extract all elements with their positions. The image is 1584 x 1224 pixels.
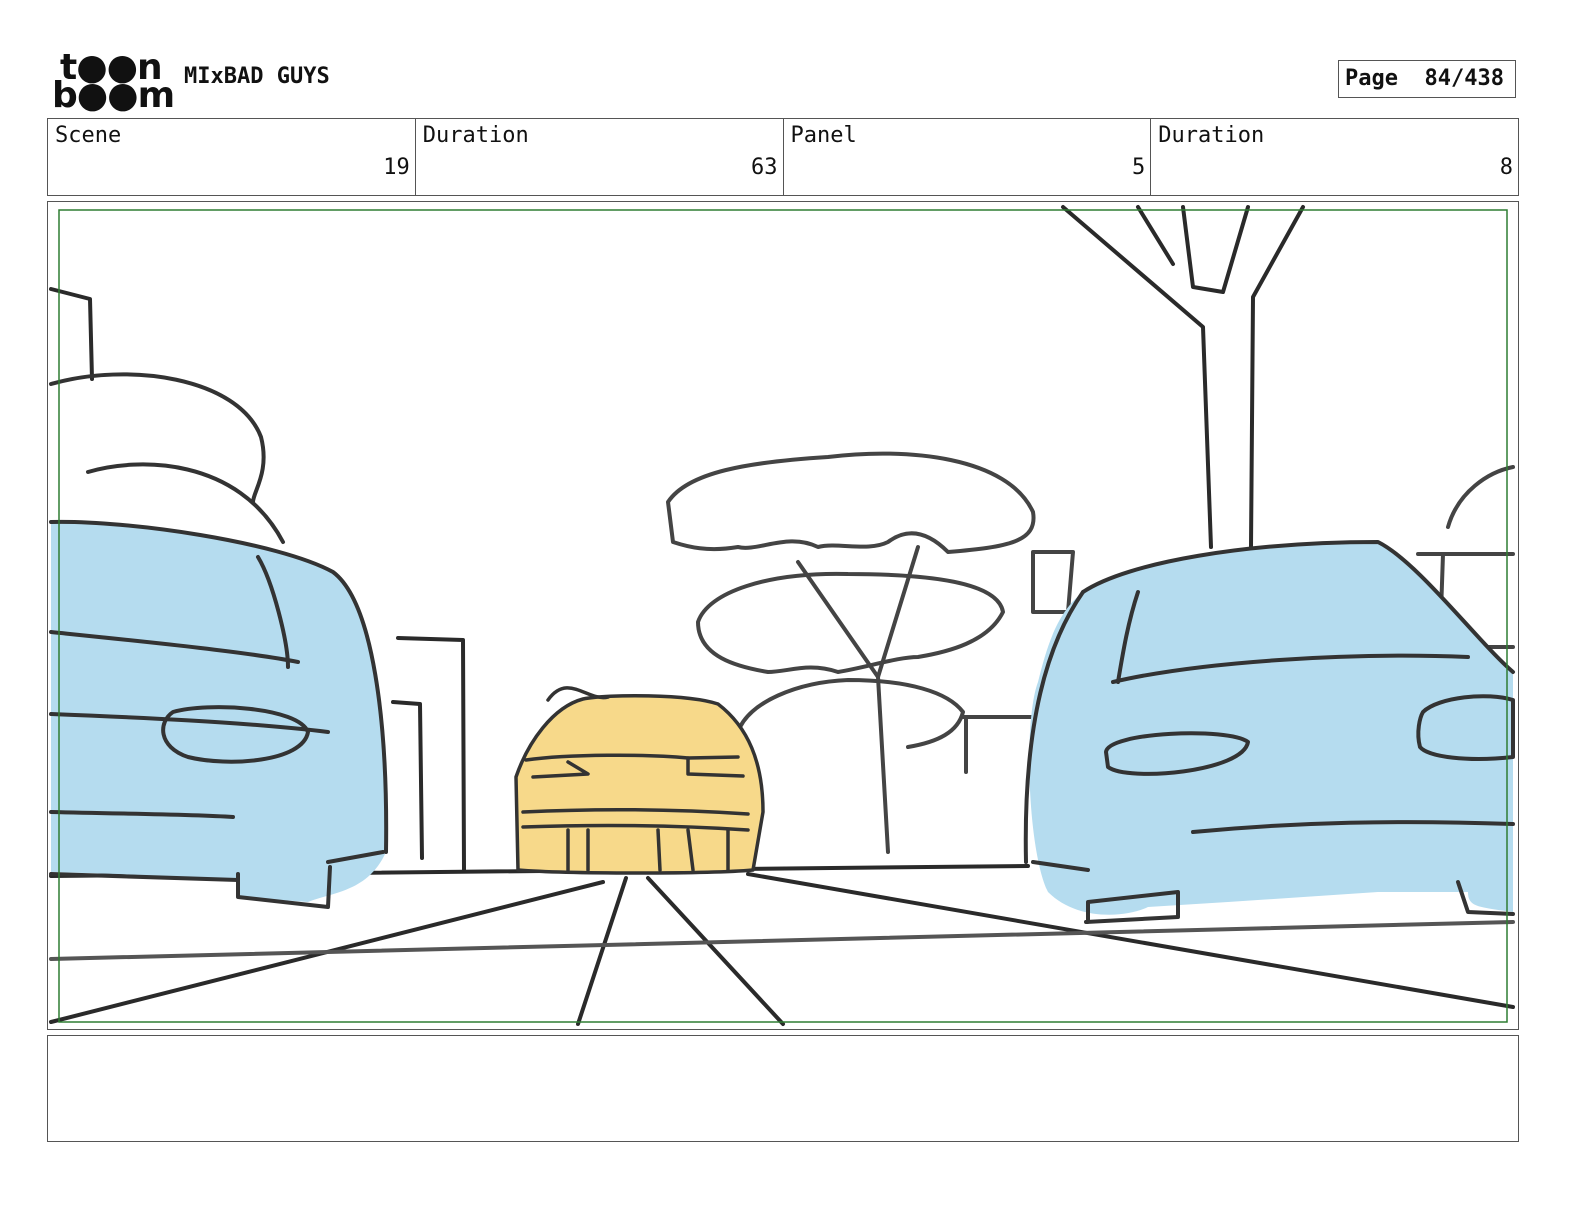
- toonboom-logo: t●●n b●●m: [52, 50, 175, 114]
- scene-info-row: Scene 19 Duration 63 Panel 5 Duration 8: [47, 118, 1519, 196]
- panel-duration-cell: Duration 8: [1151, 119, 1518, 195]
- storyboard-sketch: [49, 205, 1515, 1026]
- center-tree-canopy-mid: [696, 571, 1005, 674]
- panel-label: Panel: [790, 123, 857, 148]
- scene-duration-value: 63: [751, 155, 778, 180]
- building-left: [49, 287, 94, 381]
- panel-notes-box: [47, 1035, 1519, 1142]
- panel-duration-label: Duration: [1158, 123, 1265, 148]
- storyboard-panel: [47, 201, 1519, 1030]
- panel-cell: Panel 5: [784, 119, 1152, 195]
- yellow-car-fill: [516, 695, 763, 873]
- logo-text-bottom: b●●m: [52, 75, 175, 116]
- page-number: 84/438: [1424, 66, 1504, 91]
- tree-left: [49, 372, 266, 504]
- page-indicator: Page 84/438: [1338, 60, 1516, 98]
- road-line-center-left: [576, 876, 628, 1026]
- left-car-fill: [51, 521, 387, 902]
- road-line-center-right: [646, 876, 785, 1026]
- building-mid: [396, 636, 466, 872]
- panel-duration-value: 8: [1499, 155, 1513, 180]
- scene-duration-cell: Duration 63: [416, 119, 784, 195]
- page-label: Page: [1345, 66, 1398, 91]
- scene-value: 19: [383, 155, 410, 180]
- project-title: MIxBAD GUYS: [184, 64, 330, 89]
- center-tree-canopy-top: [666, 451, 1036, 554]
- center-tree-trunk: [876, 675, 890, 854]
- road-horizon-line: [49, 920, 1515, 961]
- scene-cell: Scene 19: [48, 119, 416, 195]
- scene-duration-label: Duration: [422, 123, 529, 148]
- scene-label: Scene: [55, 123, 122, 148]
- panel-value: 5: [1132, 155, 1146, 180]
